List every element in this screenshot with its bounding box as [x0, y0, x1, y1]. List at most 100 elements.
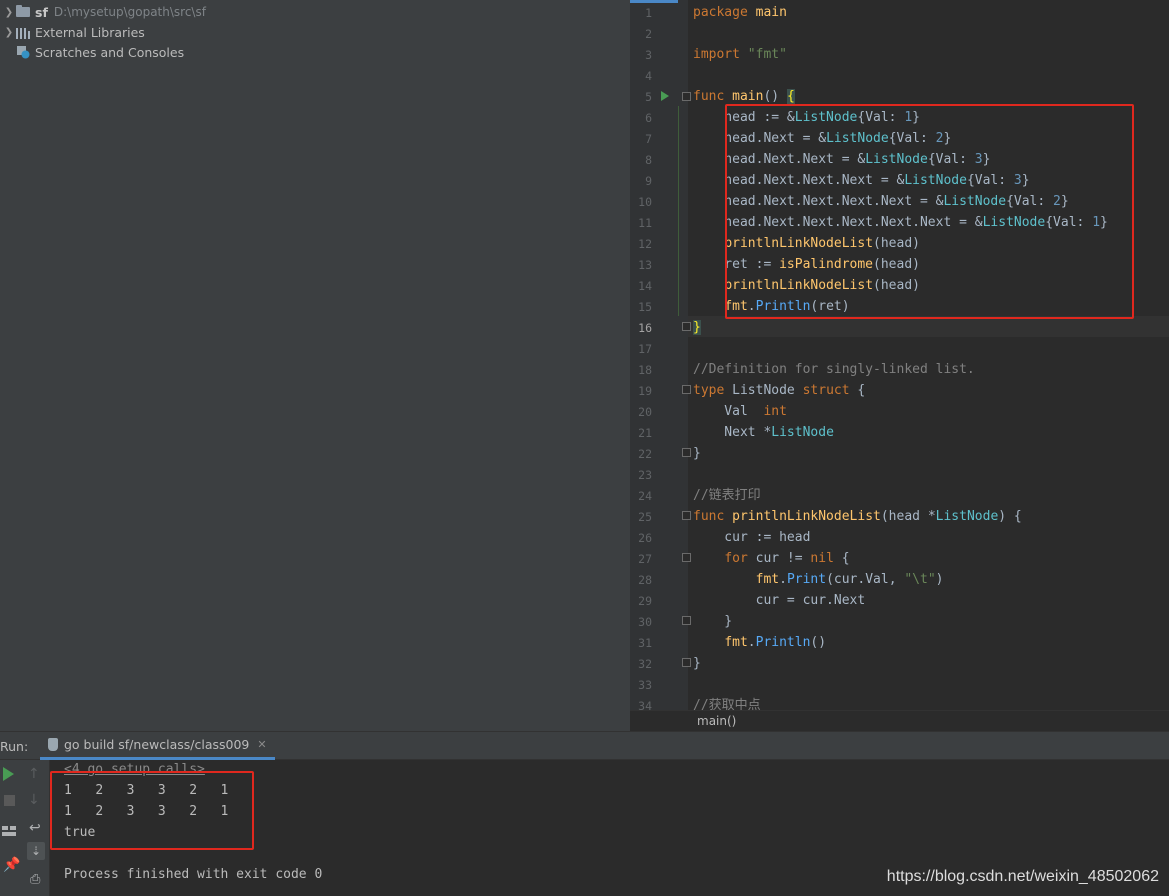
fold-icon[interactable]	[682, 322, 691, 331]
code-line: Val int	[693, 401, 787, 422]
scroll-to-end-icon[interactable]: ⇣	[27, 842, 45, 860]
libraries-icon	[16, 25, 32, 39]
code-token: {	[841, 551, 850, 566]
line-number: 10	[638, 195, 652, 209]
highlight-box-output	[50, 771, 254, 850]
code-token: import	[693, 47, 748, 62]
tree-item-scratches[interactable]: Scratches and Consoles	[0, 42, 184, 62]
layout-icon[interactable]	[2, 826, 16, 836]
code-token: func	[693, 509, 733, 524]
code-line: Next *ListNode	[693, 422, 834, 443]
stop-icon[interactable]	[4, 795, 15, 806]
tree-item-label: Scratches and Consoles	[35, 44, 185, 60]
run-tab[interactable]: go build sf/newclass/class009 ✕	[40, 732, 275, 760]
code-editor[interactable]: 1 2 3 4 5 6 7 8 9 10 11 12 13 14 15 16 17 18 19 20 21 22 23 24 2…	[630, 0, 1169, 731]
line-number: 14	[638, 279, 652, 293]
run-header: Run: go build sf/newclass/class009 ✕	[0, 732, 1169, 760]
line-number: 5	[645, 90, 652, 104]
code-token: {	[857, 383, 866, 398]
line-number: 8	[645, 153, 652, 167]
fold-icon[interactable]	[682, 448, 691, 457]
code-token: //Definition for singly-linked list.	[693, 362, 975, 377]
project-tree-panel: ❯ sf D:\mysetup\gopath\src\sf ❯ External…	[0, 0, 630, 731]
chevron-right-icon[interactable]: ❯	[2, 27, 16, 38]
line-number: 17	[638, 342, 652, 356]
soft-wrap-icon[interactable]: ↩	[29, 820, 45, 836]
line-number: 12	[638, 237, 652, 251]
code-token: struct	[802, 383, 858, 398]
run-toolbar-right: ↑ ↓ ↩ ⇣ ⎙	[22, 760, 50, 896]
code-token: for	[724, 551, 756, 566]
code-token: cur := head	[693, 530, 811, 545]
tree-item-external-libraries[interactable]: ❯ External Libraries	[0, 22, 145, 42]
line-number: 21	[638, 426, 652, 440]
root-folder-name: sf	[35, 4, 48, 20]
code-token: fmt	[724, 635, 748, 650]
code-line: }	[693, 611, 732, 632]
fold-icon[interactable]	[682, 385, 691, 394]
code-token: }	[693, 614, 733, 629]
line-number: 13	[638, 258, 652, 272]
code-token: {	[786, 89, 795, 104]
line-number: 24	[638, 489, 652, 503]
chevron-right-icon[interactable]: ❯	[2, 7, 16, 18]
rerun-icon[interactable]	[3, 767, 14, 781]
code-token: "\t"	[904, 572, 936, 587]
print-icon[interactable]: ⎙	[30, 872, 46, 888]
code-line: import "fmt"	[693, 44, 787, 65]
line-number: 9	[645, 174, 652, 188]
code-token: main	[732, 89, 764, 104]
run-gutter-icon[interactable]	[661, 91, 669, 101]
run-toolbar-left: 📌	[0, 760, 22, 896]
line-number: 22	[638, 447, 652, 461]
editor-tab-indicator	[630, 0, 678, 3]
breadcrumb[interactable]: main()	[697, 714, 736, 728]
line-number: 31	[638, 636, 652, 650]
code-token: ()	[763, 89, 787, 104]
code-line: }	[693, 443, 701, 464]
line-number: 26	[638, 531, 652, 545]
fold-icon[interactable]	[682, 658, 691, 667]
fold-icon[interactable]	[682, 511, 691, 520]
code-line: }	[693, 653, 701, 674]
scratches-icon	[16, 45, 32, 59]
code-token: Println	[755, 635, 811, 650]
code-token: (cur.Val,	[826, 572, 905, 587]
console-exit-message: Process finished with exit code 0	[64, 867, 323, 882]
tree-root-sf[interactable]: ❯ sf D:\mysetup\gopath\src\sf	[0, 2, 206, 22]
code-line: //Definition for singly-linked list.	[693, 359, 975, 380]
code-token: package	[693, 5, 756, 20]
code-line: package main	[693, 2, 787, 23]
code-token: )	[935, 572, 944, 587]
tree-item-label: External Libraries	[35, 24, 145, 40]
code-token: cur !=	[755, 551, 811, 566]
breadcrumb-bar: main()	[630, 710, 1169, 731]
close-icon[interactable]: ✕	[257, 738, 266, 751]
run-label: Run:	[0, 739, 29, 754]
line-number: 7	[645, 132, 652, 146]
code-token: ()	[810, 635, 827, 650]
code-line: func printlnLinkNodeList(head *ListNode)…	[693, 506, 1022, 527]
line-number: 28	[638, 573, 652, 587]
arrow-down-icon[interactable]: ↓	[28, 792, 44, 808]
line-number: 29	[638, 594, 652, 608]
pin-icon[interactable]: 📌	[3, 857, 20, 873]
code-line: for cur != nil {	[693, 548, 850, 569]
code-token: nil	[810, 551, 842, 566]
code-token: fmt	[755, 572, 780, 587]
code-token: int	[763, 404, 787, 419]
arrow-up-icon[interactable]: ↑	[28, 766, 44, 782]
current-line-highlight	[688, 316, 1169, 337]
fold-icon[interactable]	[682, 92, 691, 101]
code-line: }	[693, 317, 701, 338]
go-file-icon	[48, 738, 58, 751]
fold-icon[interactable]	[682, 553, 691, 562]
line-number: 2	[645, 27, 652, 41]
code-token: Print	[786, 572, 827, 587]
fold-icon[interactable]	[682, 616, 691, 625]
